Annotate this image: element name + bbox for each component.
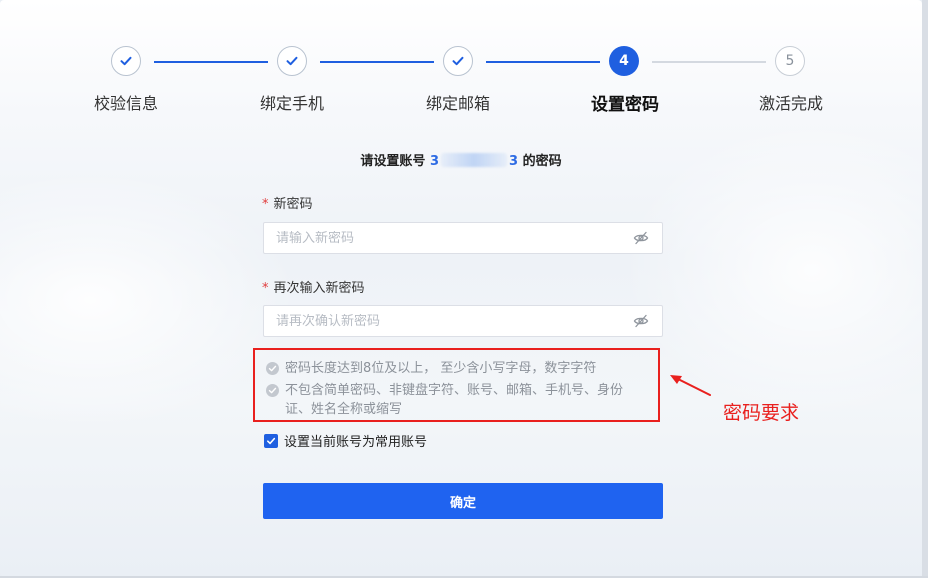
- new-password-field: [263, 222, 663, 254]
- account-start: 3: [429, 154, 439, 169]
- rule-check-icon: [266, 384, 279, 397]
- rule-text: 密码长度达到8位及以上， 至少含小写字母，数字字符: [285, 361, 597, 376]
- confirm-password-label-text: 再次输入新密码: [273, 281, 365, 296]
- account-end: 3: [509, 154, 519, 169]
- password-rule-1: 密码长度达到8位及以上， 至少含小写字母，数字字符: [266, 359, 645, 378]
- remember-account-label: 设置当前账号为常用账号: [284, 435, 428, 450]
- annotation-arrow-icon: [670, 375, 711, 396]
- required-mark: *: [262, 197, 269, 212]
- new-password-label: * 新密码: [262, 193, 313, 212]
- title-prefix: 请设置账号: [360, 154, 426, 169]
- account-redacted-blur: [441, 153, 507, 167]
- confirm-password-field: [263, 305, 663, 337]
- confirm-password-input[interactable]: [276, 313, 632, 329]
- page-title: 请设置账号 3 3 的密码: [0, 150, 922, 169]
- window-edge-right: [922, 0, 928, 578]
- new-password-label-text: 新密码: [273, 197, 313, 212]
- new-password-input[interactable]: [276, 230, 632, 246]
- set-password-form: 请设置账号 3 3 的密码 * 新密码 * 再次输入新密码 密码长度达到8位及以上， …: [0, 0, 922, 576]
- required-mark: *: [262, 281, 269, 296]
- checkbox-checked-icon[interactable]: [264, 433, 278, 448]
- remember-account-option[interactable]: 设置当前账号为常用账号: [264, 431, 427, 450]
- rule-check-icon: [266, 362, 279, 375]
- password-rules-highlight: 密码长度达到8位及以上， 至少含小写字母，数字字符 不包含简单密码、非键盘字符、…: [253, 348, 660, 422]
- rule-text: 不包含简单密码、非键盘字符、账号、邮箱、手机号、身份证、姓名全称或缩写: [285, 383, 624, 417]
- eye-off-icon[interactable]: [632, 312, 650, 330]
- confirm-password-label: * 再次输入新密码: [262, 277, 365, 296]
- title-suffix: 的密码: [522, 154, 562, 169]
- eye-off-icon[interactable]: [632, 229, 650, 247]
- password-rule-2: 不包含简单密码、非键盘字符、账号、邮箱、手机号、身份证、姓名全称或缩写: [266, 381, 645, 419]
- annotation-password-requirements: 密码要求: [723, 402, 800, 424]
- confirm-button[interactable]: 确定: [263, 483, 663, 519]
